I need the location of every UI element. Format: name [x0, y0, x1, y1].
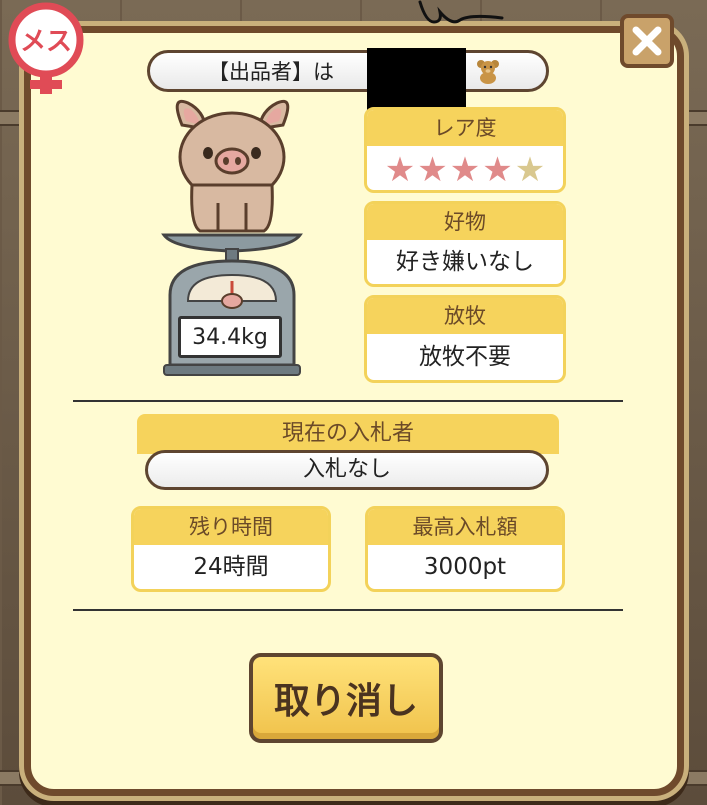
scribble-mark [418, 0, 504, 24]
weight-display: 34.4kg [178, 316, 282, 358]
divider [73, 400, 623, 402]
time-left-label: 残り時間 [134, 509, 328, 545]
current-bidder-label: 現在の入札者 [137, 414, 559, 454]
gender-label: メス [20, 27, 72, 57]
teddy-bear-icon [477, 60, 499, 84]
rarity-label: レア度 [367, 110, 563, 146]
star-empty-icon: ★ [514, 150, 546, 190]
rarity-stars: ★ ★ ★ ★ ★ [367, 150, 563, 190]
redacted-seller-name [367, 48, 466, 114]
close-button[interactable] [620, 14, 674, 68]
weight-value: 34.4kg [192, 324, 268, 350]
divider [73, 609, 623, 611]
cancel-button[interactable]: 取り消し [249, 653, 443, 743]
max-bid-value: 3000pt [423, 554, 507, 580]
max-bid-card: 最高入札額 3000pt [365, 506, 565, 592]
time-left-value: 24時間 [193, 554, 269, 580]
female-symbol-icon: メス [8, 2, 84, 94]
close-icon [632, 26, 662, 56]
grazing-card: 放牧 放牧不要 [364, 295, 566, 383]
cancel-label: 取り消し [273, 681, 418, 722]
star-icon: ★ [482, 150, 513, 190]
favorite-card: 好物 好き嫌いなし [364, 201, 566, 287]
favorite-label: 好物 [367, 204, 563, 240]
seller-label: 【出品者】は [208, 60, 334, 84]
time-left-card: 残り時間 24時間 [131, 506, 331, 592]
star-icon: ★ [417, 150, 448, 190]
max-bid-label: 最高入札額 [368, 509, 562, 545]
grazing-value: 放牧不要 [419, 344, 511, 370]
star-icon: ★ [384, 150, 416, 190]
rarity-card: レア度 ★ ★ ★ ★ ★ [364, 107, 566, 193]
favorite-value: 好き嫌いなし [396, 249, 534, 275]
grazing-label: 放牧 [367, 298, 563, 334]
current-bidder-card: 現在の入札者 入札なし [137, 414, 559, 492]
star-icon: ★ [449, 150, 481, 190]
current-bidder-value: 入札なし [145, 450, 549, 490]
